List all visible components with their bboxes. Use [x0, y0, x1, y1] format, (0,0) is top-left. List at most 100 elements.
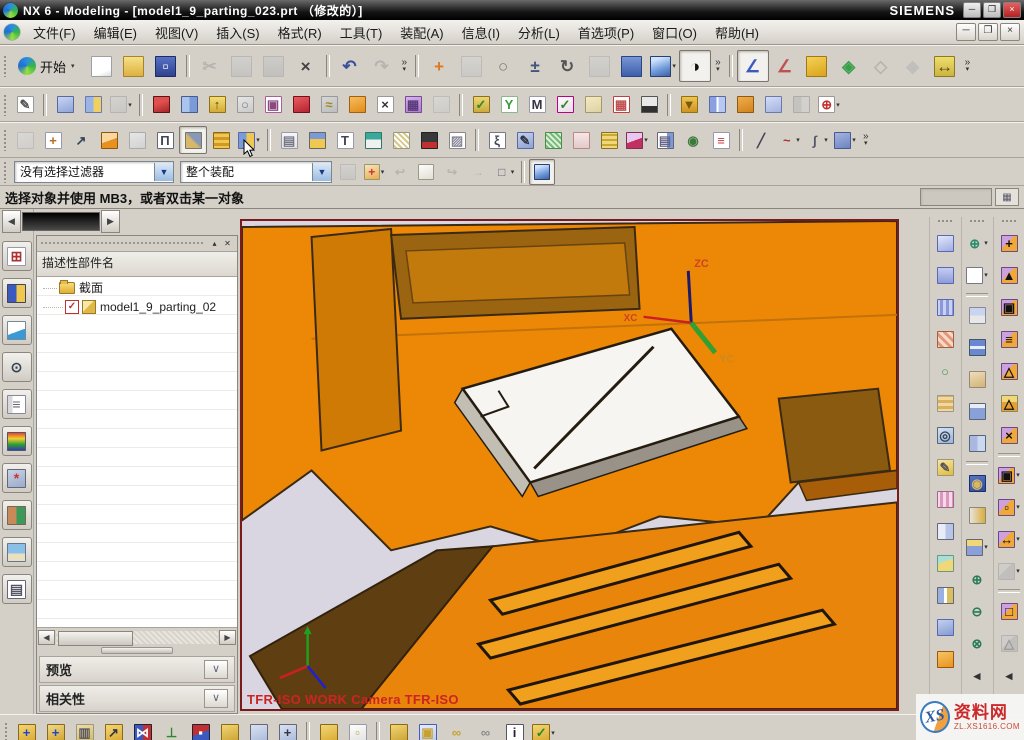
- navigator-column-header[interactable]: 描述性部件名: [37, 251, 237, 277]
- wave-linker-button[interactable]: [635, 91, 663, 119]
- dropdown-arrow[interactable]: ▾: [1016, 535, 1020, 543]
- model-pocket-floor[interactable]: [406, 243, 630, 303]
- toolbar-grip[interactable]: [3, 129, 8, 151]
- dropdown-arrow[interactable]: ▾: [984, 239, 988, 247]
- gradient-box-button[interactable]: [963, 499, 991, 531]
- preview-panel-bar[interactable]: 预览 ∨: [39, 656, 235, 683]
- column-pair-button[interactable]: [931, 579, 959, 611]
- grid-gold-button[interactable]: [595, 126, 623, 154]
- tree-row-sections[interactable]: 截面: [37, 278, 237, 297]
- edge-blend-button[interactable]: [287, 91, 315, 119]
- add-component-button[interactable]: +: [12, 718, 41, 740]
- arc-button[interactable]: ~▾: [775, 126, 803, 154]
- stamp-button[interactable]: ▾: [831, 126, 859, 154]
- menu-preferences[interactable]: 首选项(P): [570, 21, 642, 44]
- sheet-body-button[interactable]: [343, 91, 371, 119]
- part-navigator-tab[interactable]: [2, 278, 32, 308]
- new-component-button[interactable]: +: [41, 718, 70, 740]
- collapse-left-button[interactable]: ◂: [963, 659, 991, 691]
- block-button[interactable]: [147, 91, 175, 119]
- scroll-right-button[interactable]: ▶: [101, 210, 120, 233]
- window-restore-button[interactable]: ❐: [983, 2, 1001, 18]
- select-chain-button[interactable]: →: [465, 159, 491, 185]
- dropdown-arrow[interactable]: ▾: [128, 101, 132, 109]
- spring-stack-button[interactable]: [207, 126, 235, 154]
- report-doc-button[interactable]: ≡: [707, 126, 735, 154]
- tree-label[interactable]: model1_9_parting_02: [100, 300, 216, 314]
- cooling-screw-button[interactable]: [539, 126, 567, 154]
- group-face-button[interactable]: □: [995, 595, 1023, 627]
- bend-sheet-button[interactable]: [931, 643, 959, 675]
- deselect-button[interactable]: ↩: [387, 159, 413, 185]
- menu-assemblies[interactable]: 装配(A): [392, 21, 451, 44]
- info-tag-button[interactable]: i: [500, 718, 529, 740]
- section-cube-button[interactable]: ▦: [607, 91, 635, 119]
- tab-scroll-track[interactable]: [22, 212, 100, 231]
- sketch-button[interactable]: ✎: [11, 91, 39, 119]
- pocket-button[interactable]: ▼: [675, 91, 703, 119]
- rotate-view-button[interactable]: ↻: [551, 50, 583, 82]
- tree-label[interactable]: 截面: [79, 279, 103, 296]
- flash-pencil-button[interactable]: ✎: [931, 451, 959, 483]
- body-trim-button[interactable]: [567, 126, 595, 154]
- offset-surface-button[interactable]: M: [523, 91, 551, 119]
- swept-surface-button[interactable]: [931, 227, 959, 259]
- patch-body-button[interactable]: ▦: [399, 91, 427, 119]
- copy-button[interactable]: [226, 50, 258, 82]
- mdi-minimize-button[interactable]: ─: [956, 23, 976, 41]
- gate-pen-button[interactable]: ✎: [511, 126, 539, 154]
- zoom-button[interactable]: ○: [487, 50, 519, 82]
- menu-window[interactable]: 窗口(O): [644, 21, 705, 44]
- roles-tab[interactable]: [2, 500, 32, 530]
- sequence-button[interactable]: ▣: [413, 718, 442, 740]
- marquee-select-button[interactable]: □▾: [491, 159, 517, 185]
- book-wave-button[interactable]: [931, 515, 959, 547]
- slab-button[interactable]: [963, 395, 991, 427]
- collapse-left-button-2[interactable]: ◂: [995, 659, 1023, 691]
- swirl-cube-button[interactable]: [759, 91, 787, 119]
- dropdown-arrow[interactable]: ▾: [984, 543, 988, 551]
- menu-file[interactable]: 文件(F): [25, 21, 84, 44]
- scroll-left-button[interactable]: ◀: [38, 630, 55, 645]
- show-shape-button[interactable]: ⊕▾: [963, 227, 991, 259]
- select-prev-button[interactable]: ↪: [439, 159, 465, 185]
- mirror-assembly-button[interactable]: ⋈: [128, 718, 157, 740]
- ruled-surface-button[interactable]: [931, 259, 959, 291]
- combo-dropdown-button[interactable]: ▼: [154, 163, 173, 181]
- toolbar-grip[interactable]: [3, 55, 8, 77]
- orient-view-button[interactable]: ▾: [647, 50, 679, 82]
- menu-view[interactable]: 视图(V): [147, 21, 206, 44]
- resize-face-button[interactable]: ≡: [995, 323, 1023, 355]
- datum-csys-button[interactable]: ∠: [737, 50, 769, 82]
- dropdown-arrow[interactable]: ▾: [256, 136, 260, 144]
- bounding-box-button[interactable]: [579, 91, 607, 119]
- toolbar-grip[interactable]: [3, 94, 8, 116]
- drag-handle[interactable]: [40, 241, 204, 246]
- mesh-surface-button[interactable]: [931, 291, 959, 323]
- rotate-wcs-button[interactable]: [801, 50, 833, 82]
- replace-face-button[interactable]: △: [995, 355, 1023, 387]
- runner-button[interactable]: ξ: [483, 126, 511, 154]
- toolbar-grip[interactable]: [4, 722, 9, 740]
- mdi-restore-button[interactable]: ❐: [978, 23, 998, 41]
- toolbar-overflow-chevron[interactable]: »▾: [965, 59, 971, 73]
- shell-body-button[interactable]: ▾: [995, 555, 1023, 587]
- tree-row-part[interactable]: ✓ model1_9_parting_02: [37, 297, 237, 316]
- redo-button[interactable]: ↷: [366, 50, 398, 82]
- new-file-button[interactable]: [86, 50, 118, 82]
- dropdown-arrow[interactable]: ▾: [1016, 471, 1020, 479]
- dropdown-arrow[interactable]: ▾: [796, 136, 800, 144]
- save-button[interactable]: ▫: [150, 50, 182, 82]
- catalog-book-button[interactable]: [787, 91, 815, 119]
- spline-button[interactable]: ∫▾: [803, 126, 831, 154]
- two-components-button[interactable]: [314, 718, 343, 740]
- n-sided-surface-button[interactable]: ◎: [931, 419, 959, 451]
- menu-tools[interactable]: 工具(T): [332, 21, 391, 44]
- sew-button[interactable]: [427, 91, 455, 119]
- rendering-style-button[interactable]: ◑: [679, 50, 711, 82]
- studio-surface-button[interactable]: ○: [931, 355, 959, 387]
- preview-panel-collapse-button[interactable]: ∨: [204, 660, 228, 679]
- wrench-button[interactable]: [244, 718, 273, 740]
- pink-grid-button[interactable]: [931, 483, 959, 515]
- windows-tab[interactable]: ▤: [2, 574, 32, 604]
